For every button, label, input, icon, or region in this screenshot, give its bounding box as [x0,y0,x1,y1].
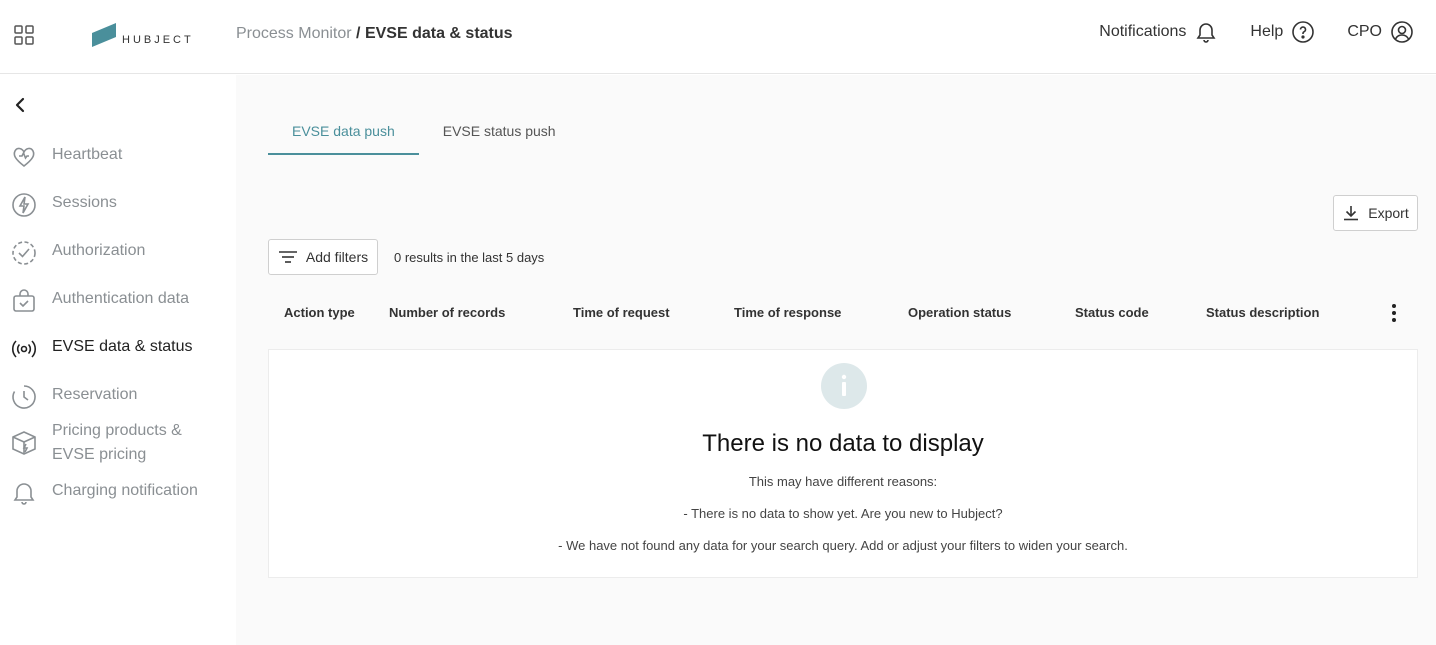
sidebar-item-reservation[interactable]: Reservation [10,383,230,411]
notifications-label: Notifications [1099,23,1187,40]
export-button[interactable]: Export [1333,195,1418,231]
clock-icon [12,385,36,409]
sidebar-item-label: EVSE data & status [52,338,193,355]
empty-state-title: There is no data to display [702,430,984,457]
add-filters-label: Add filters [305,249,369,265]
main-content: EVSE data push EVSE status push Export A… [236,75,1436,645]
apps-grid-icon[interactable] [14,25,34,45]
logo-text: HUBJECT [122,34,194,46]
check-circle-icon [12,241,36,265]
top-bar: HUBJECT Process Monitor / EVSE data & st… [0,0,1436,74]
sidebar-item-label: Pricing products & EVSE pricing [52,422,182,463]
bag-check-icon [13,289,35,312]
notifications-button[interactable]: Notifications [1099,20,1218,44]
help-button[interactable]: Help [1250,20,1315,44]
column-header-number-of-records[interactable]: Number of records [389,305,505,320]
bell-icon [1196,23,1216,43]
more-options-icon[interactable] [1387,303,1401,323]
empty-state-reason-1: - There is no data to show yet. Are you … [683,506,1003,521]
broadcast-icon [12,340,36,358]
sidebar-item-authorization[interactable]: Authorization [10,239,230,267]
sidebar-item-authentication-data[interactable]: Authentication data [10,287,230,315]
empty-state-reason-2: - We have not found any data for your se… [558,538,1128,553]
hubject-logo[interactable]: HUBJECT [92,22,191,50]
column-header-status-description[interactable]: Status description [1206,305,1319,320]
empty-state: There is no data to display This may hav… [268,349,1418,578]
question-circle-icon [1292,21,1315,43]
sidebar-item-label: Charging notification [52,482,198,499]
sidebar-item-label: Reservation [52,386,138,403]
tab-evse-status-push[interactable]: EVSE status push [419,115,580,155]
breadcrumb-parent[interactable]: Process Monitor [236,25,352,42]
empty-state-reason-intro: This may have different reasons: [748,474,938,489]
column-header-time-of-response[interactable]: Time of response [734,305,841,320]
sidebar-item-label: Sessions [52,194,117,211]
tab-bar: EVSE data push EVSE status push [268,115,580,155]
role-label: CPO [1347,23,1382,40]
sidebar-item-label: Authentication data [52,290,189,307]
filter-icon [278,251,297,263]
results-count: 0 results in the last 5 days [394,250,545,265]
sidebar-item-label: Authorization [52,242,146,259]
info-icon [821,363,867,409]
add-filters-button[interactable]: Add filters [268,239,378,275]
header-actions: Notifications Help CPO [1067,20,1414,44]
breadcrumb-current: EVSE data & status [364,25,513,42]
user-circle-icon [1391,21,1413,43]
column-header-action-type[interactable]: Action type [284,305,355,320]
sidebar-item-sessions[interactable]: Sessions [10,191,230,219]
lightning-icon [12,193,36,217]
breadcrumb-separator: / [351,25,365,42]
sidebar-item-heartbeat[interactable]: Heartbeat [10,143,230,171]
export-label: Export [1368,205,1409,221]
breadcrumb: Process Monitor / EVSE data & status [236,25,513,43]
sidebar: Heartbeat Sessions Authorization Authent… [0,75,236,645]
sidebar-item-charging-notification[interactable]: Charging notification [10,479,230,507]
column-header-operation-status[interactable]: Operation status [908,305,1011,320]
download-icon [1344,206,1359,221]
sidebar-item-pricing[interactable]: Pricing products & EVSE pricing [10,419,230,467]
collapse-sidebar-icon[interactable] [12,97,28,113]
bell-icon [13,483,35,505]
column-header-time-of-request[interactable]: Time of request [573,305,670,320]
table-header: Action type Number of records Time of re… [268,297,1418,329]
sidebar-item-label: Heartbeat [52,146,123,163]
help-label: Help [1250,23,1284,40]
column-header-status-code[interactable]: Status code [1075,305,1149,320]
tab-evse-data-push[interactable]: EVSE data push [268,115,419,155]
box-icon [12,431,36,455]
sidebar-item-evse-data-status[interactable]: EVSE data & status [10,335,230,363]
heart-icon [13,147,35,168]
user-menu-button[interactable]: CPO [1347,20,1414,44]
